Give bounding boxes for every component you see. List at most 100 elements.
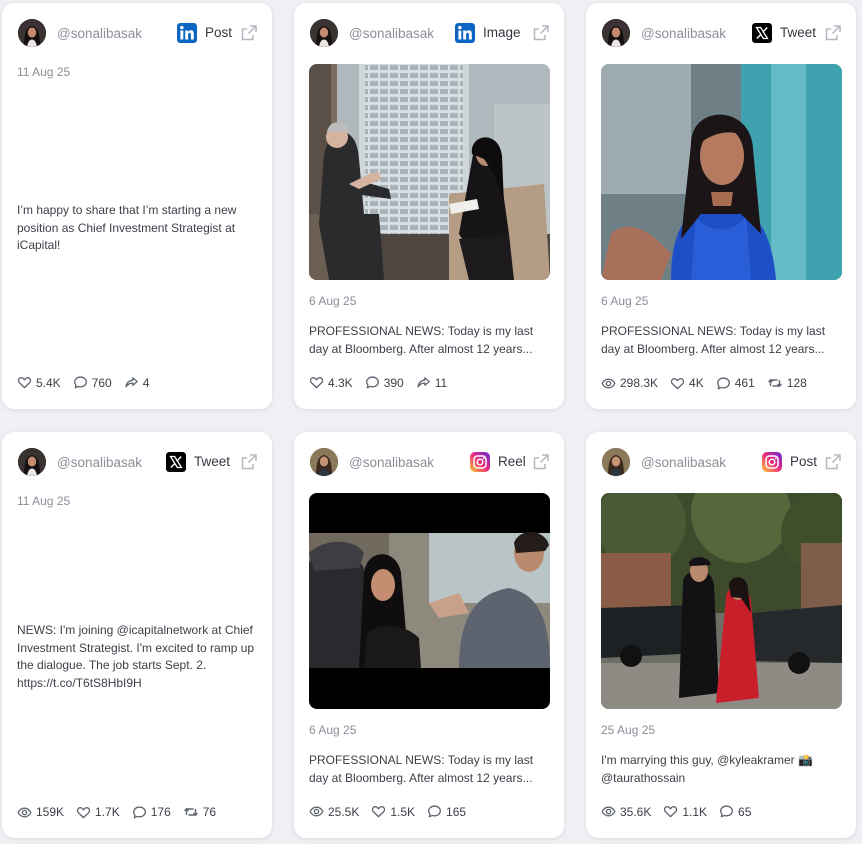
post-date: 6 Aug 25 xyxy=(601,294,649,308)
engagement-stats: 4.3K 390 11 xyxy=(309,375,447,390)
external-link-icon[interactable] xyxy=(824,24,842,42)
external-link-icon[interactable] xyxy=(532,453,550,471)
views-count: 25.5K xyxy=(328,804,360,819)
avatar xyxy=(18,448,46,476)
comments-count: 65 xyxy=(738,804,752,819)
shares-count: 4 xyxy=(142,375,150,390)
comments-stat: 390 xyxy=(365,375,404,390)
post-text: PROFESSIONAL NEWS: Today is my last day … xyxy=(309,323,549,358)
external-link-icon[interactable] xyxy=(824,453,842,471)
post-text-line: I'm marrying this guy, @kyleakramer 📸 xyxy=(601,753,813,767)
post-card[interactable]: @sonalibasak Tweet 11 Aug 25 NEWS: I'm j… xyxy=(2,432,272,838)
heart-icon xyxy=(309,375,324,390)
engagement-stats: 35.6K 1.1K 65 xyxy=(601,804,751,819)
post-type-label: Reel xyxy=(498,454,526,469)
shares-stat: 11 xyxy=(416,375,447,390)
post-image[interactable] xyxy=(601,493,842,709)
likes-stat: 1.1K xyxy=(663,804,707,819)
post-card[interactable]: @sonalibasak Image 6 Aug 25 PROFESSIONAL… xyxy=(294,3,564,409)
shares-stat: 4 xyxy=(124,375,150,390)
comments-count: 390 xyxy=(383,375,404,390)
likes-count: 4K xyxy=(689,376,704,390)
post-date: 25 Aug 25 xyxy=(601,723,656,737)
eye-icon xyxy=(601,804,616,819)
engagement-stats: 159K 1.7K 176 76 xyxy=(17,804,216,820)
retweets-count: 76 xyxy=(202,805,217,819)
heart-icon xyxy=(663,804,678,819)
post-text-line: PROFESSIONAL NEWS: Today is my last xyxy=(309,324,534,338)
comment-icon xyxy=(427,804,442,819)
comment-icon xyxy=(365,375,380,390)
eye-icon xyxy=(309,804,324,819)
post-date: 11 Aug 25 xyxy=(17,65,71,79)
retweets-stat: 128 xyxy=(767,375,807,391)
post-type-label: Image xyxy=(483,25,521,40)
likes-count: 1.7K xyxy=(95,805,120,819)
post-card[interactable]: @sonalibasak Post 11 Aug 25 I’m happy to… xyxy=(2,3,272,409)
post-type-label: Post xyxy=(205,25,233,40)
post-card[interactable]: @sonalibasak Tweet 6 Aug 25 PROFESSIONAL… xyxy=(586,3,856,409)
share-icon xyxy=(416,375,431,390)
post-image[interactable] xyxy=(601,64,842,280)
comments-count: 176 xyxy=(150,805,171,819)
comments-stat: 760 xyxy=(73,375,112,390)
heart-icon xyxy=(17,375,32,390)
x-icon xyxy=(752,23,772,43)
comments-stat: 176 xyxy=(132,805,171,820)
likes-stat: 4.3K xyxy=(309,375,353,390)
external-link-icon[interactable] xyxy=(532,24,550,42)
x-icon xyxy=(166,452,186,472)
post-text-line: day at Bloomberg. After almost 12 years.… xyxy=(309,341,533,356)
likes-stat: 5.4K xyxy=(17,375,61,390)
author-handle[interactable]: @sonalibasak xyxy=(641,455,726,470)
author-handle[interactable]: @sonalibasak xyxy=(349,455,434,470)
avatar xyxy=(602,448,630,476)
likes-count: 1.5K xyxy=(390,804,416,819)
heart-icon xyxy=(670,376,685,391)
views-stat: 25.5K xyxy=(309,804,359,819)
likes-stat: 4K xyxy=(670,376,704,391)
author-handle[interactable]: @sonalibasak xyxy=(349,26,434,41)
external-link-icon[interactable] xyxy=(240,24,258,42)
post-text: I’m happy to share that I’m starting a n… xyxy=(17,203,237,252)
likes-count: 4.3K xyxy=(328,375,353,390)
post-video[interactable] xyxy=(309,493,550,709)
likes-stat: 1.7K xyxy=(76,805,120,820)
post-date: 11 Aug 25 xyxy=(17,494,71,508)
views-stat: 35.6K xyxy=(601,804,651,819)
post-text: I'm marrying this guy, @kyleakramer 📸 @t… xyxy=(601,752,841,787)
comments-count: 461 xyxy=(734,376,755,390)
avatar xyxy=(310,448,338,476)
comments-stat: 65 xyxy=(719,804,751,819)
author-handle[interactable]: @sonalibasak xyxy=(57,26,142,41)
post-text: NEWS: I'm joining @icapitalnetwork at Ch… xyxy=(17,623,255,690)
author-handle[interactable]: @sonalibasak xyxy=(57,455,142,470)
avatar xyxy=(310,19,338,47)
comment-icon xyxy=(73,375,88,390)
instagram-icon xyxy=(762,452,782,472)
external-link-icon[interactable] xyxy=(240,453,258,471)
post-card[interactable]: @sonalibasak Reel 6 Aug 25 PROFESSIONAL … xyxy=(294,432,564,838)
author-handle[interactable]: @sonalibasak xyxy=(641,26,726,41)
avatar xyxy=(602,19,630,47)
retweet-icon xyxy=(767,375,783,391)
heart-icon xyxy=(76,805,91,820)
post-text-line: PROFESSIONAL NEWS: Today is my last xyxy=(601,324,826,338)
post-image[interactable] xyxy=(309,64,550,280)
shares-count: 11 xyxy=(434,375,448,390)
views-stat: 159K xyxy=(17,805,64,820)
post-text-line: PROFESSIONAL NEWS: Today is my last xyxy=(309,753,534,767)
post-text-line: @taurathossain xyxy=(601,770,686,785)
post-type-label: Tweet xyxy=(780,25,817,40)
comment-icon xyxy=(719,804,734,819)
post-card[interactable]: @sonalibasak Post 25 Aug 25 I'm marrying xyxy=(586,432,856,838)
linkedin-icon xyxy=(455,23,475,43)
likes-stat: 1.5K xyxy=(371,804,415,819)
instagram-icon xyxy=(470,452,490,472)
heart-icon xyxy=(371,804,386,819)
likes-count: 1.1K xyxy=(682,804,708,819)
engagement-stats: 25.5K 1.5K 165 xyxy=(309,804,466,819)
share-icon xyxy=(124,375,139,390)
post-text: PROFESSIONAL NEWS: Today is my last day … xyxy=(601,323,841,358)
post-date: 6 Aug 25 xyxy=(309,723,357,737)
